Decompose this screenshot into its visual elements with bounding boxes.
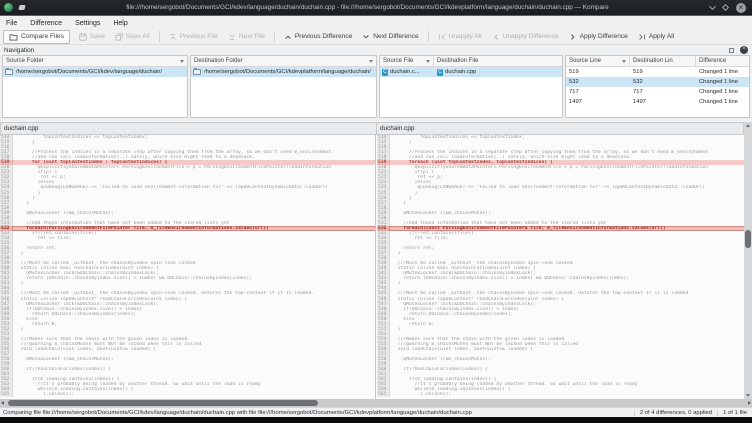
- window-title: file:///home/sergobot/Documents/GCI/kdev…: [25, 4, 710, 11]
- save-button[interactable]: Save: [74, 31, 110, 43]
- arrow-down-bar-icon: [228, 33, 236, 41]
- close-icon[interactable]: ×: [736, 3, 746, 13]
- next-difference-button[interactable]: Next Difference: [357, 31, 423, 43]
- status-files: 1 of 1 file: [717, 410, 752, 416]
- chevron-left-icon: [492, 33, 500, 41]
- difference-row[interactable]: 1497 1497 Changed 1 line: [566, 97, 749, 107]
- navigation-dock-header: Navigation ×: [0, 45, 752, 55]
- chevron-down-icon: [362, 33, 370, 41]
- differences-pane: Source Line Destination Lin Difference 5…: [565, 55, 750, 118]
- previous-difference-button[interactable]: Previous Difference: [279, 31, 357, 43]
- chevron-right-icon: [569, 33, 577, 41]
- save-icon: [79, 33, 87, 41]
- destination-line-column-header[interactable]: Destination Lin: [630, 56, 696, 66]
- destination-file-column-header[interactable]: Destination File: [434, 56, 562, 66]
- folder-icon: [5, 69, 13, 75]
- sort-descending-icon: [622, 60, 626, 63]
- status-message: Comparing file file:///home/sergobot/Doc…: [0, 410, 634, 416]
- difference-row[interactable]: 519 519 Changed 1 line: [566, 67, 749, 77]
- code-line: 565 l.unlock();: [377, 392, 744, 397]
- source-folder-row[interactable]: /home/sergobot/Documents/GCI/kdev/langua…: [3, 67, 187, 77]
- save-all-button[interactable]: Save All: [110, 31, 155, 43]
- cpp-file-icon: [437, 69, 443, 76]
- horizontal-scrollbar-thumb[interactable]: [8, 400, 318, 406]
- previous-file-button[interactable]: Previous File: [164, 31, 223, 43]
- toolbar-separator: [159, 31, 160, 42]
- menu-difference[interactable]: Difference: [30, 20, 62, 27]
- titlebar: file:///home/sergobot/Documents/GCI/kdev…: [0, 0, 752, 16]
- diff-view-headers: duchain.cpp duchain.cpp: [0, 122, 752, 135]
- toolbar-separator: [428, 31, 429, 42]
- difference-row[interactable]: 717 717 Changed 1 line: [566, 87, 749, 97]
- next-file-button[interactable]: Next File: [223, 31, 270, 43]
- chevron-left-bar-icon: [438, 33, 446, 41]
- unapply-all-button[interactable]: Unapply All: [433, 31, 487, 43]
- destination-folder-row[interactable]: /home/sergobot/Documents/GCI/kdevplatfor…: [191, 67, 376, 77]
- toolbar: Compare Files Save Save All Previous Fil…: [0, 29, 752, 45]
- sort-descending-icon: [180, 60, 184, 63]
- apply-difference-button[interactable]: Apply Difference: [564, 31, 633, 43]
- vertical-scrollbar[interactable]: [744, 122, 752, 399]
- source-file-column-header[interactable]: Source File: [380, 56, 434, 66]
- destination-pane-title: duchain.cpp: [377, 122, 744, 135]
- difference-row-selected[interactable]: 532 532 Changed 1 line: [566, 77, 749, 87]
- float-dock-icon[interactable]: [729, 48, 734, 53]
- source-folder-pane: Source Folder /home/sergobot/Documents/G…: [2, 55, 188, 118]
- status-differences: 2 of 4 differences, 0 applied: [634, 410, 717, 416]
- chevron-right-bar-icon: [638, 33, 646, 41]
- files-pane: Source File Destination File duchain.c..…: [379, 55, 563, 118]
- kompare-window: file:///home/sergobot/Documents/GCI/kdev…: [0, 0, 752, 423]
- menu-file[interactable]: File: [6, 20, 17, 27]
- folder-icon: [193, 69, 201, 75]
- maximize-icon[interactable]: [722, 4, 729, 11]
- navigation-panel: Source Folder /home/sergobot/Documents/G…: [0, 55, 752, 122]
- source-folder-column-header[interactable]: Source Folder: [3, 56, 187, 66]
- code-line: 565 l.unlock();: [0, 392, 375, 397]
- scroll-right-icon[interactable]: [748, 401, 751, 405]
- vertical-scrollbar-thumb[interactable]: [745, 230, 751, 248]
- folder-icon: [9, 33, 18, 41]
- minimize-icon[interactable]: [709, 2, 716, 9]
- arrow-up-bar-icon: [169, 33, 177, 41]
- compare-files-button[interactable]: Compare Files: [3, 30, 70, 44]
- unapply-difference-button[interactable]: Unapply Difference: [487, 31, 564, 43]
- menubar: File Difference Settings Help: [0, 17, 752, 29]
- sort-descending-icon: [426, 60, 430, 63]
- sort-descending-icon: [369, 60, 373, 63]
- source-line-column-header[interactable]: Source Line: [566, 56, 630, 66]
- menu-help[interactable]: Help: [113, 20, 127, 27]
- chevron-up-icon: [284, 33, 292, 41]
- diff-pane-left: 514 topContextIndices << topContextIndex…: [0, 135, 376, 399]
- pin-icon: [18, 5, 25, 10]
- scroll-left-icon[interactable]: [1, 401, 4, 405]
- scroll-down-icon[interactable]: [746, 394, 750, 397]
- save-all-icon: [115, 33, 123, 41]
- destination-folder-column-header[interactable]: Destination Folder: [191, 56, 376, 66]
- destination-folder-pane: Destination Folder /home/sergobot/Docume…: [190, 55, 377, 118]
- horizontal-scrollbar[interactable]: [0, 399, 752, 407]
- diff-pane-right: 514 topContextIndices << topContextIndex…: [377, 135, 744, 399]
- statusbar: Comparing file file:///home/sergobot/Doc…: [0, 407, 752, 417]
- source-pane-title: duchain.cpp: [0, 122, 377, 135]
- file-row[interactable]: duchain.c... duchain.cpp: [380, 67, 562, 77]
- menu-settings[interactable]: Settings: [75, 20, 100, 27]
- bottom-black-bar: [0, 417, 752, 423]
- diff-view: 514 topContextIndices << topContextIndex…: [0, 135, 752, 399]
- toolbar-separator: [274, 31, 275, 42]
- cpp-file-icon: [382, 69, 388, 76]
- scroll-up-icon[interactable]: [746, 124, 750, 127]
- close-dock-icon[interactable]: ×: [740, 46, 748, 54]
- difference-column-header[interactable]: Difference: [696, 56, 749, 66]
- app-icon: [4, 3, 13, 12]
- apply-all-button[interactable]: Apply All: [633, 31, 679, 43]
- navigation-dock-title: Navigation: [4, 47, 729, 54]
